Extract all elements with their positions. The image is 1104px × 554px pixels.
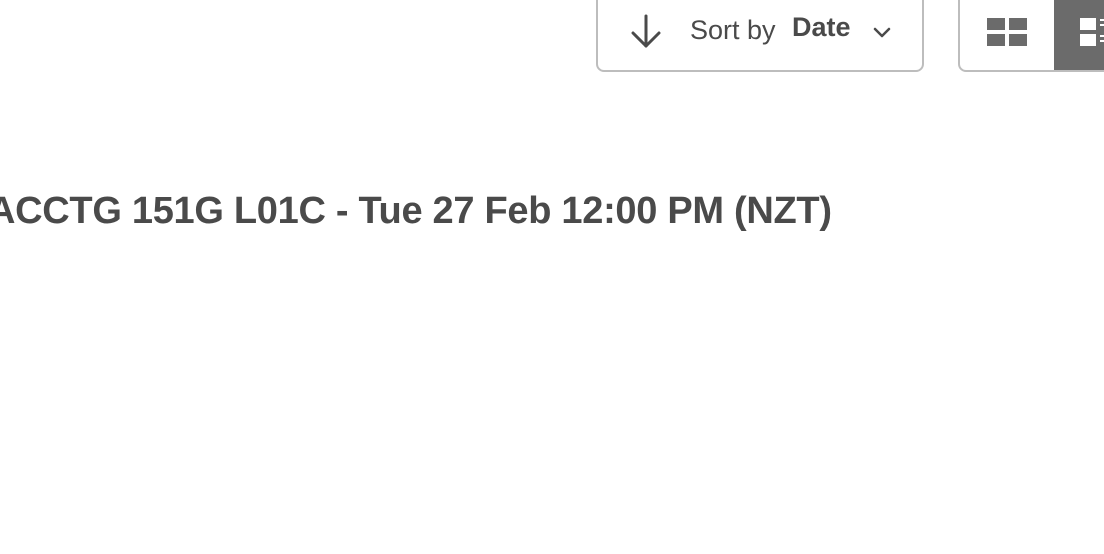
chevron-down-icon — [873, 27, 891, 38]
sort-value: Date — [792, 12, 851, 42]
list-view-icon — [1080, 18, 1104, 46]
sort-label: Sort by — [690, 15, 776, 45]
page: Sort by Date ACCTG 151G L01C - Tue 27 Fe… — [0, 0, 1104, 554]
session-title[interactable]: ACCTG 151G L01C - Tue 27 Feb 12:00 PM (N… — [0, 190, 832, 233]
grid-view-icon — [987, 18, 1027, 46]
view-toggle — [958, 0, 1104, 72]
arrow-down-icon — [631, 14, 661, 48]
grid-view-button[interactable] — [960, 0, 1054, 70]
list-view-button[interactable] — [1054, 0, 1104, 70]
sort-dropdown-button[interactable]: Sort by Date — [596, 0, 924, 72]
